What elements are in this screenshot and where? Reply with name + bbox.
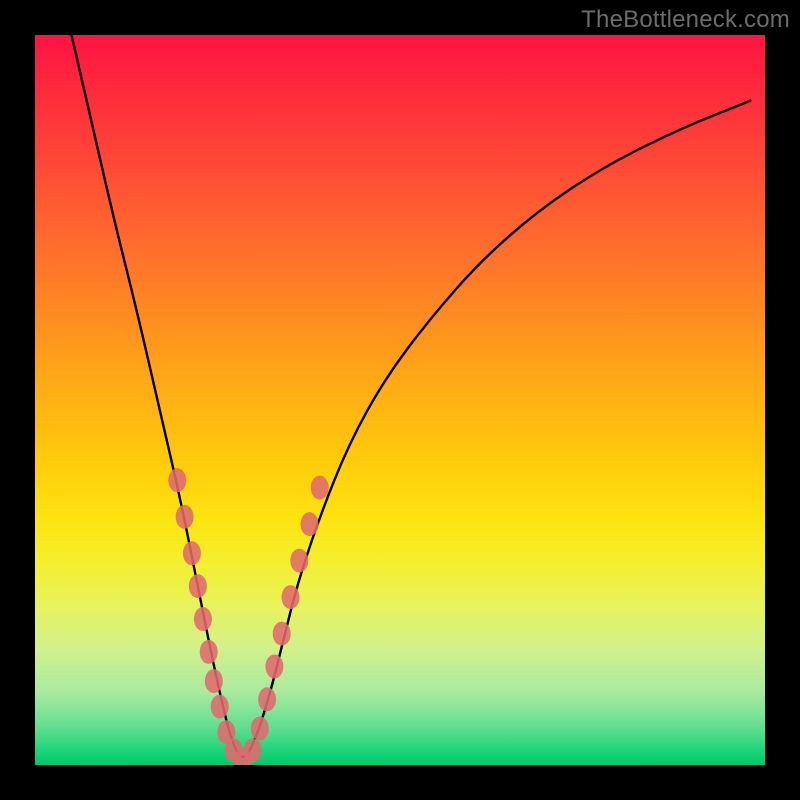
bead-marker <box>189 574 207 598</box>
bead-marker <box>311 476 329 500</box>
highlight-beads <box>168 468 328 765</box>
plot-area <box>35 35 765 765</box>
bead-marker <box>168 468 186 492</box>
bead-marker <box>244 738 262 762</box>
bead-marker <box>251 717 269 741</box>
bead-marker <box>265 655 283 679</box>
bead-marker <box>282 585 300 609</box>
bottleneck-curve <box>72 35 751 757</box>
bead-marker <box>273 622 291 646</box>
bead-marker <box>290 549 308 573</box>
bead-marker <box>194 607 212 631</box>
bead-marker <box>211 695 229 719</box>
bead-marker <box>176 505 194 529</box>
bead-marker <box>183 541 201 565</box>
bead-marker <box>301 512 319 536</box>
bead-marker <box>205 669 223 693</box>
watermark-text: TheBottleneck.com <box>581 6 790 34</box>
chart-frame: TheBottleneck.com <box>0 0 800 800</box>
bead-marker <box>200 640 218 664</box>
curve-svg <box>35 35 765 765</box>
bead-marker <box>258 687 276 711</box>
